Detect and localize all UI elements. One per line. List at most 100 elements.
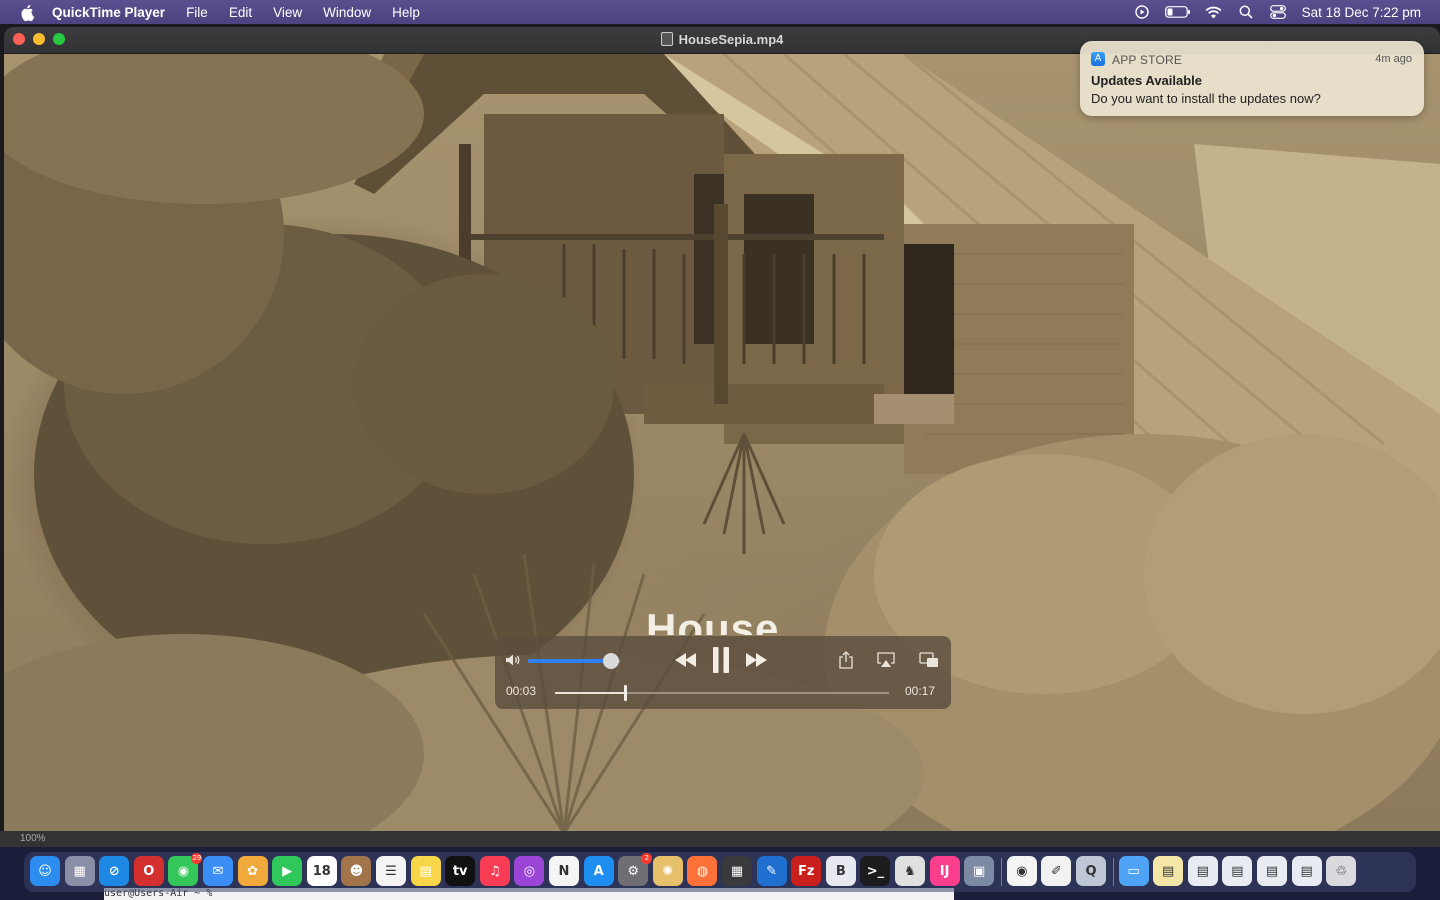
xcode-icon[interactable]: ✎ — [756, 856, 787, 886]
menu-bar: QuickTime Player File Edit View Window H… — [0, 0, 1440, 24]
pause-button[interactable] — [709, 646, 733, 674]
appstore-icon[interactable]: A — [583, 856, 614, 886]
share-icon[interactable] — [836, 649, 856, 671]
news-glyph: N — [558, 863, 570, 879]
downloads-folder-icon[interactable]: ▭ — [1118, 856, 1149, 886]
terminal-icon[interactable]: >_ — [860, 856, 891, 886]
menu-bar-clock[interactable]: Sat 18 Dec 7:22 pm — [1302, 5, 1421, 20]
calendar-icon[interactable]: 18 — [306, 856, 337, 886]
elephant-glyph: ♞ — [904, 863, 916, 879]
notes-icon[interactable]: ▤ — [410, 856, 441, 886]
chrome-icon[interactable]: ◉ — [1006, 856, 1037, 886]
total-duration: 00:17 — [905, 684, 936, 698]
document-stack-2-icon[interactable]: ▤ — [1187, 856, 1218, 886]
fast-forward-button[interactable] — [746, 650, 768, 670]
trash-glyph: ♲ — [1335, 863, 1348, 879]
firefox-icon[interactable]: ◍ — [687, 856, 718, 886]
finder-glyph: ☺ — [38, 863, 52, 879]
bbedit-icon[interactable]: B — [825, 856, 856, 886]
menu-window[interactable]: Window — [323, 5, 371, 20]
notification-banner[interactable]: A APP STORE 4m ago Updates Available Do … — [1080, 41, 1424, 116]
launchpad-glyph: ▦ — [73, 863, 86, 879]
reminders-icon[interactable]: ☰ — [376, 856, 406, 886]
chrome-glyph: ◉ — [1016, 863, 1028, 879]
timeline-scrubber[interactable] — [555, 685, 889, 701]
video-caption-text: House — [646, 605, 780, 635]
mail-icon[interactable]: ✉ — [203, 856, 233, 886]
control-center-icon[interactable] — [1268, 4, 1288, 20]
quicktime-icon[interactable]: Q — [1076, 856, 1106, 886]
pinwheel-glyph: ✺ — [662, 863, 674, 879]
volume-slider-fill — [528, 659, 611, 663]
xcode-glyph: ✎ — [766, 863, 778, 879]
menu-file[interactable]: File — [186, 5, 208, 20]
facetime-glyph: ▶ — [282, 863, 293, 879]
timeline-progress — [555, 692, 626, 694]
menu-view[interactable]: View — [273, 5, 302, 20]
dock-badge: 29 — [191, 853, 203, 864]
system-preferences-glyph: ⚙ — [627, 863, 640, 879]
rewind-button[interactable] — [675, 650, 697, 670]
apple-menu-icon[interactable] — [18, 2, 38, 22]
calculator-icon[interactable]: ▦ — [722, 856, 752, 886]
battery-icon[interactable] — [1164, 4, 1192, 20]
document-stack-icon[interactable]: ▤ — [1153, 856, 1184, 886]
airplay-icon[interactable] — [875, 649, 897, 671]
appletv-glyph: tv — [452, 863, 468, 879]
podcasts-icon[interactable]: ◎ — [514, 856, 545, 886]
document-icon — [660, 32, 673, 46]
appstore-glyph: A — [593, 863, 604, 879]
menu-app-name[interactable]: QuickTime Player — [52, 5, 165, 20]
volume-slider[interactable] — [528, 653, 620, 669]
finder-icon[interactable]: ☺ — [30, 856, 60, 886]
notification-time: 4m ago — [1375, 53, 1412, 65]
news-icon[interactable]: N — [549, 856, 579, 886]
zoom-level[interactable]: 100% — [20, 833, 46, 844]
messages-icon[interactable]: ◉ 29 — [168, 853, 203, 886]
quicktime-glyph: Q — [1085, 863, 1097, 879]
document-stack-4-icon[interactable]: ▤ — [1257, 856, 1287, 886]
intellij-icon[interactable]: IJ — [929, 856, 960, 886]
pinwheel-icon[interactable]: ✺ — [652, 856, 683, 886]
filezilla-icon[interactable]: Fz — [791, 856, 822, 886]
safari-glyph: ⊘ — [108, 863, 120, 879]
preview-glyph: ▣ — [973, 863, 986, 879]
volume-slider-knob[interactable] — [602, 653, 619, 669]
facetime-icon[interactable]: ▶ — [272, 856, 303, 886]
picture-in-picture-icon[interactable] — [917, 649, 941, 671]
menu-help[interactable]: Help — [392, 5, 420, 20]
launchpad-icon[interactable]: ▦ — [64, 856, 95, 886]
document-stack-3-icon[interactable]: ▤ — [1222, 856, 1253, 886]
photos-icon[interactable]: ✿ — [237, 856, 268, 886]
system-preferences-icon[interactable]: ⚙ 2 — [618, 853, 653, 886]
notification-app-name: APP STORE — [1112, 53, 1183, 67]
document-stack-4-glyph: ▤ — [1265, 863, 1279, 879]
spotlight-search-icon[interactable] — [1236, 4, 1256, 20]
preview-icon[interactable]: ▣ — [964, 856, 995, 886]
video-house-scene — [4, 54, 1440, 833]
document-stack-5-icon[interactable]: ▤ — [1291, 856, 1322, 886]
trash-icon[interactable]: ♲ — [1326, 856, 1357, 886]
video-frame[interactable]: House — [4, 54, 1440, 833]
textedit-icon[interactable]: ✐ — [1041, 856, 1072, 886]
timeline-playhead[interactable] — [624, 685, 628, 701]
volume-icon[interactable] — [505, 652, 523, 668]
photos-glyph: ✿ — [247, 863, 259, 879]
intellij-glyph: IJ — [939, 863, 950, 879]
appletv-icon[interactable]: tv — [445, 856, 476, 886]
contacts-icon[interactable]: ☻ — [341, 856, 372, 886]
menu-edit[interactable]: Edit — [229, 5, 252, 20]
messages-glyph: ◉ — [177, 863, 190, 879]
opera-icon[interactable]: O — [133, 856, 164, 886]
notification-body: Do you want to install the updates now? — [1091, 91, 1321, 106]
elephant-icon[interactable]: ♞ — [895, 856, 925, 886]
document-stack-3-glyph: ▤ — [1231, 863, 1244, 879]
dock-separator — [1112, 858, 1114, 886]
dock-badge: 2 — [641, 853, 653, 864]
downloads-folder-glyph: ▭ — [1127, 863, 1140, 879]
safari-icon[interactable]: ⊘ — [99, 856, 130, 886]
screen-recording-icon[interactable] — [1132, 4, 1152, 20]
wifi-icon[interactable] — [1204, 4, 1224, 20]
window-status-strip: 100% — [0, 831, 1440, 847]
music-icon[interactable]: ♫ — [479, 856, 510, 886]
